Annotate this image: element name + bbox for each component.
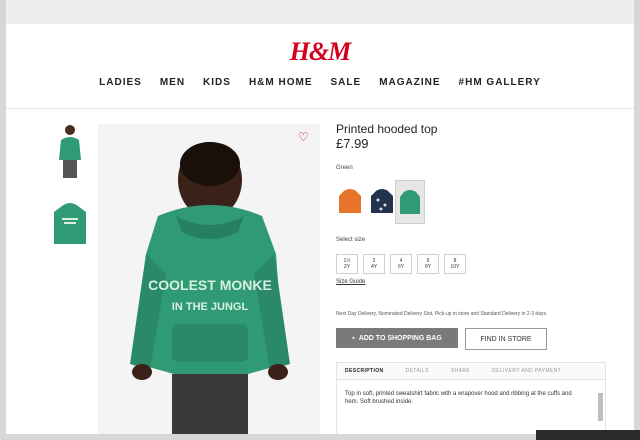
size-option[interactable]: 6 8Y	[417, 254, 439, 274]
product-page: H&M LADIES MEN KIDS H&M HOME SALE MAGAZI…	[6, 24, 634, 434]
tab-description[interactable]: DESCRIPTION	[345, 368, 384, 374]
add-to-bag-button[interactable]: ▪ ADD TO SHOPPING BAG	[336, 328, 458, 348]
header-divider	[6, 108, 634, 109]
scrollbar[interactable]	[598, 393, 603, 421]
corner-overlay	[536, 430, 640, 440]
thumbnail-product[interactable]	[50, 194, 90, 254]
swatch-navy[interactable]	[368, 180, 396, 222]
size-guide-link[interactable]: Size Guide	[336, 279, 365, 285]
find-in-store-button[interactable]: FIND IN STORE	[465, 328, 547, 350]
product-price: £7.99	[336, 136, 369, 151]
nav-men[interactable]: MEN	[160, 77, 185, 91]
hoodie-print-line2: IN THE JUNGL	[172, 301, 249, 313]
size-label: Select size	[336, 237, 366, 243]
heart-icon[interactable]: ♡	[298, 130, 309, 144]
nav-hm-home[interactable]: H&M HOME	[249, 77, 313, 91]
swatch-green-selected[interactable]	[395, 180, 425, 224]
product-title: Printed hooded top	[336, 122, 438, 136]
swatch-orange[interactable]	[336, 180, 364, 222]
tab-row: DESCRIPTION DETAILS SHARE DELIVERY AND P…	[337, 363, 605, 380]
tab-delivery-payment[interactable]: DELIVERY AND PAYMENT	[492, 368, 561, 374]
bag-icon: ▪	[352, 334, 355, 342]
nav-kids[interactable]: KIDS	[203, 77, 231, 91]
size-option[interactable]: 8 10Y	[444, 254, 466, 274]
tab-details[interactable]: DETAILS	[406, 368, 429, 374]
nav-magazine[interactable]: MAGAZINE	[379, 77, 440, 91]
description-text: Top in soft, printed sweatshirt fabric w…	[345, 391, 572, 405]
thumbnail-model[interactable]	[50, 122, 90, 182]
size-option[interactable]: 1½ 2Y	[336, 254, 358, 274]
delivery-info: Next Day Delivery, Nominated Delivery Sl…	[336, 311, 548, 317]
hoodie-print-line1: COOLEST MONKE	[148, 277, 272, 293]
nav-sale[interactable]: SALE	[331, 77, 362, 91]
color-label: Green	[336, 165, 353, 171]
nav-ladies[interactable]: LADIES	[99, 77, 142, 91]
main-nav: LADIES MEN KIDS H&M HOME SALE MAGAZINE #…	[6, 77, 634, 91]
product-main-image[interactable]: COOLEST MONKE IN THE JUNGL	[98, 124, 320, 434]
product-tabs: DESCRIPTION DETAILS SHARE DELIVERY AND P…	[336, 362, 606, 434]
tab-share[interactable]: SHARE	[451, 368, 470, 374]
size-option[interactable]: 2 4Y	[363, 254, 385, 274]
nav-hm-gallery[interactable]: #HM GALLERY	[459, 77, 541, 91]
brand-logo[interactable]: H&M	[6, 37, 634, 67]
browser-topbar	[6, 0, 634, 24]
size-option[interactable]: 4 6Y	[390, 254, 412, 274]
